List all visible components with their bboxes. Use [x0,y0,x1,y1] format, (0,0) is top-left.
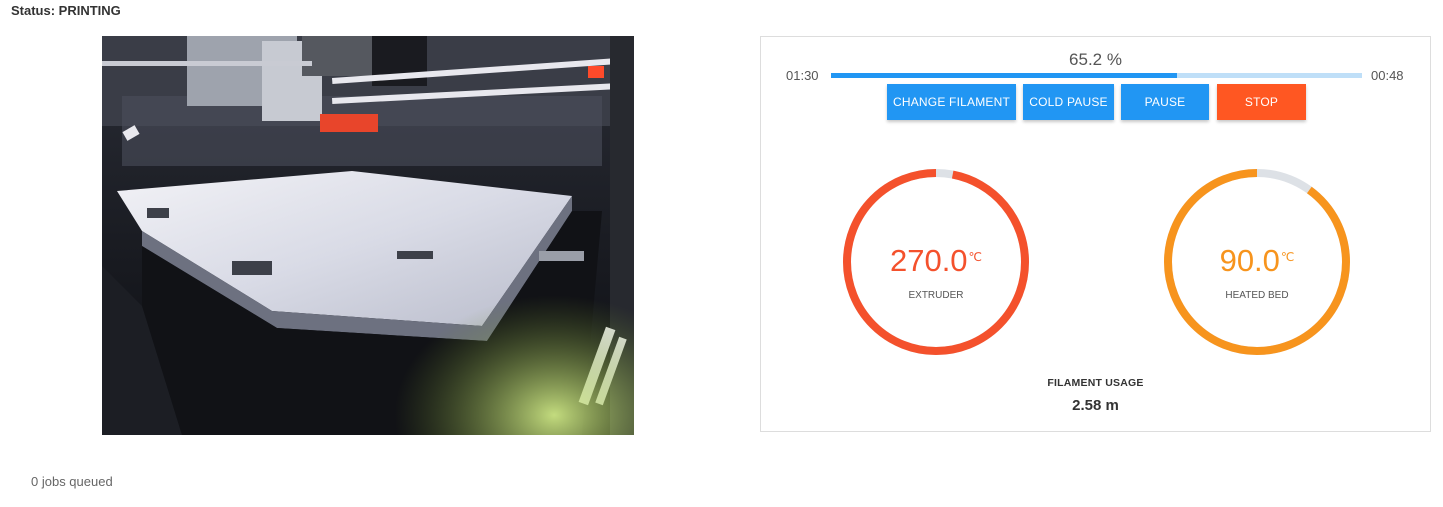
bed-temp-value: 90.0 [1219,243,1280,278]
camera-feed [102,36,634,435]
extruder-temperature: 270.0℃ [836,245,1036,277]
pause-button[interactable]: PAUSE [1121,84,1209,120]
status-value: PRINTING [58,3,121,18]
extruder-gauge: 270.0℃ EXTRUDER [836,162,1036,362]
extruder-label: EXTRUDER [908,290,964,301]
stop-button[interactable]: STOP [1217,84,1306,120]
filament-usage-value: 2.58 m [1072,397,1119,414]
cold-pause-button[interactable]: COLD PAUSE [1023,84,1114,120]
camera-image [102,36,634,435]
heated-bed-temperature: 90.0℃ [1157,245,1357,277]
filament-usage-title: FILAMENT USAGE [1047,377,1144,389]
change-filament-button[interactable]: CHANGE FILAMENT [887,84,1016,120]
heated-bed-gauge: 90.0℃ HEATED BED [1157,162,1357,362]
status-label: Status: [11,3,59,18]
progress-bar [831,73,1362,78]
progress-percent: 65.2 % [1069,50,1122,69]
elapsed-time: 01:30 [786,68,819,83]
printer-status: Status: PRINTING [11,3,121,18]
extruder-temp-value: 270.0 [889,243,968,278]
print-control-panel: 65.2 % 01:30 00:48 CHANGE FILAMENT COLD … [760,36,1431,432]
remaining-time: 00:48 [1371,68,1404,83]
jobs-queued: 0 jobs queued [31,474,113,489]
bed-temp-unit: ℃ [1280,250,1295,264]
progress-bar-fill [831,73,1178,78]
extruder-temp-unit: ℃ [968,250,983,264]
heated-bed-label: HEATED BED [1225,290,1289,301]
